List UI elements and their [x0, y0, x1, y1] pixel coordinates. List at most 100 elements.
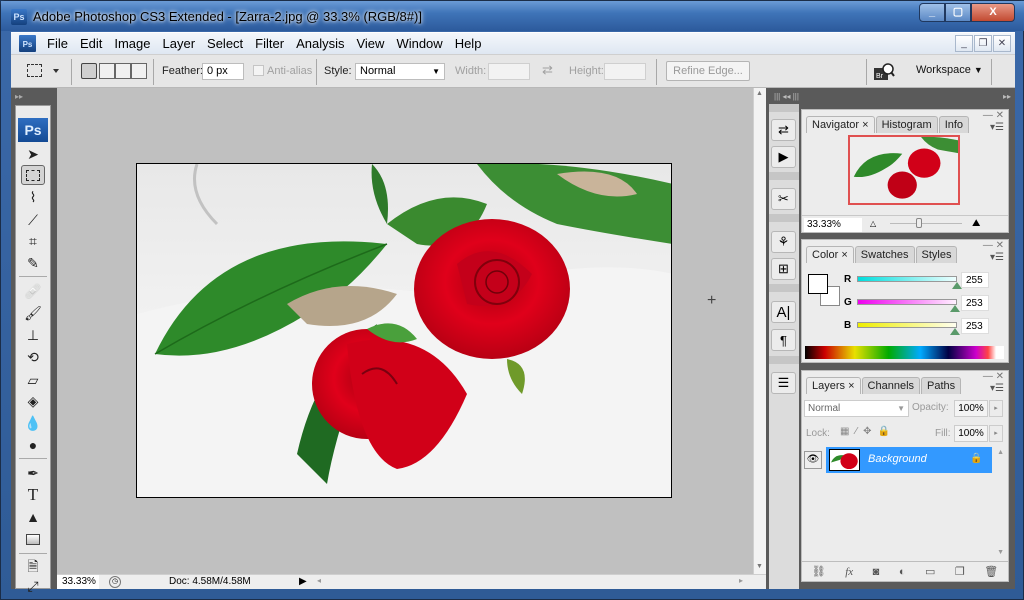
history-brush-tool-icon[interactable]: ⟲ — [21, 347, 45, 367]
panel-menu-icon[interactable]: ▾☰ — [990, 383, 1004, 394]
panel-close-icon[interactable]: — ✕ — [983, 371, 1004, 382]
antialias-checkbox[interactable] — [253, 65, 264, 76]
minimize-button[interactable]: _ — [919, 3, 945, 22]
intersect-selection-button[interactable] — [131, 63, 147, 79]
doc-minimize-button[interactable]: _ — [955, 35, 973, 52]
tab-channels[interactable]: Channels — [861, 377, 921, 394]
red-slider[interactable] — [857, 276, 957, 282]
spot-healing-tool-icon[interactable]: 🩹 — [21, 281, 45, 301]
green-slider-handle[interactable] — [950, 305, 960, 312]
menu-layer[interactable]: Layer — [157, 36, 202, 51]
dodge-tool-icon[interactable]: ● — [21, 435, 45, 455]
expand-dock-icon[interactable]: ▸▸ — [1003, 92, 1011, 101]
tab-swatches[interactable]: Swatches — [854, 246, 915, 263]
status-arrow-icon[interactable]: ▶ — [299, 576, 307, 587]
green-value[interactable]: 253 — [961, 295, 989, 311]
blend-mode-select[interactable]: Normal ▼ — [804, 400, 909, 417]
zoom-slider-handle[interactable] — [916, 218, 922, 228]
layer-row[interactable]: Background 🔒 — [826, 447, 992, 473]
close-icon[interactable]: × — [848, 380, 854, 392]
blue-slider[interactable] — [857, 322, 957, 328]
menu-file[interactable]: File — [41, 36, 74, 51]
brush-tool-icon[interactable]: 🖌 — [21, 303, 45, 323]
paint-bucket-tool-icon[interactable]: ◈ — [21, 391, 45, 411]
marquee-tool-preset-icon[interactable] — [27, 64, 42, 77]
feather-input[interactable]: 0 px — [202, 63, 244, 80]
tool-presets-panel-icon[interactable]: ✂ — [771, 188, 796, 210]
link-layers-icon[interactable]: ⛓ — [812, 565, 826, 578]
workspace-menu[interactable]: Workspace ▼ — [916, 64, 983, 76]
ps-logo[interactable]: Ps — [18, 118, 48, 142]
refine-edge-button[interactable]: Refine Edge... — [666, 61, 750, 81]
zoom-slider[interactable] — [890, 223, 962, 225]
scroll-down-icon[interactable]: ▼ — [756, 563, 763, 570]
menu-image[interactable]: Image — [108, 36, 156, 51]
new-layer-icon[interactable]: ❐ — [955, 565, 965, 578]
document-image[interactable] — [136, 163, 672, 498]
menu-help[interactable]: Help — [449, 36, 488, 51]
panel-close-icon[interactable]: — ✕ — [983, 240, 1004, 251]
eraser-tool-icon[interactable]: ▱ — [21, 370, 45, 390]
history-panel-icon[interactable]: ⇄ — [771, 119, 796, 141]
style-select[interactable]: Normal ▼ — [355, 63, 445, 80]
scroll-right-icon[interactable]: ▸ — [739, 576, 743, 585]
adjustment-layer-icon[interactable]: ◐ — [899, 566, 906, 578]
zoom-in-icon[interactable]: ⛰ — [972, 218, 980, 229]
panel-menu-icon[interactable]: ▾☰ — [990, 122, 1004, 133]
tab-navigator[interactable]: Navigator × — [806, 116, 875, 133]
notes-tool-icon[interactable]: 🗎 — [21, 558, 45, 578]
new-selection-button[interactable] — [81, 63, 97, 79]
clone-source-panel-icon[interactable]: ⊞ — [771, 258, 796, 280]
clone-stamp-tool-icon[interactable]: ⊥ — [21, 325, 45, 345]
close-icon[interactable]: × — [862, 119, 868, 131]
bridge-icon[interactable]: Br — [873, 62, 895, 82]
quick-selection-tool-icon[interactable]: ⟋ — [21, 210, 45, 230]
vertical-scrollbar[interactable]: ▲ ▼ — [753, 88, 766, 574]
close-button[interactable]: X — [971, 3, 1015, 22]
opacity-slider-button[interactable]: ▸ — [989, 400, 1003, 417]
actions-panel-icon[interactable]: ▶ — [771, 146, 796, 168]
visibility-eye-icon[interactable]: 👁 — [804, 451, 822, 469]
scroll-up-icon[interactable]: ▲ — [756, 90, 763, 97]
tab-layers[interactable]: Layers × — [806, 377, 861, 394]
add-mask-icon[interactable]: ◙ — [873, 566, 880, 578]
navigator-preview[interactable] — [848, 135, 960, 205]
path-selection-tool-icon[interactable]: ▲ — [21, 507, 45, 527]
layer-name[interactable]: Background — [868, 453, 927, 465]
rectangle-tool-icon[interactable] — [21, 529, 45, 549]
swap-icon[interactable]: ⇄ — [542, 62, 553, 78]
close-icon[interactable]: × — [841, 249, 847, 261]
menu-analysis[interactable]: Analysis — [290, 36, 350, 51]
move-tool-icon[interactable]: ➤ — [21, 144, 45, 164]
new-group-icon[interactable]: ▭ — [925, 565, 935, 578]
doc-close-button[interactable]: ✕ — [993, 35, 1011, 52]
panel-menu-icon[interactable]: ▾☰ — [990, 252, 1004, 263]
blue-value[interactable]: 253 — [961, 318, 989, 334]
navigator-zoom-field[interactable]: 33.33% — [804, 218, 862, 232]
paragraph-panel-icon[interactable]: ¶ — [771, 329, 796, 351]
layers-scroll-down-icon[interactable]: ▼ — [997, 549, 1004, 556]
collapse-dock-icon[interactable]: ||| ◂◂ ||| — [774, 92, 799, 101]
brushes-panel-icon[interactable]: ⚘ — [771, 231, 796, 253]
red-value[interactable]: 255 — [961, 272, 989, 288]
expand-toolbox-icon[interactable]: ▸▸ — [15, 92, 23, 101]
zoom-out-icon[interactable]: △ — [870, 219, 876, 228]
add-to-selection-button[interactable] — [99, 63, 115, 79]
foreground-color-swatch[interactable] — [808, 274, 828, 294]
crop-tool-icon[interactable]: ⌗ — [21, 231, 45, 251]
scroll-left-icon[interactable]: ◂ — [317, 576, 321, 585]
lock-options[interactable]: ▦⁄✥🔒 — [840, 426, 896, 437]
height-input[interactable] — [604, 63, 646, 80]
delete-layer-icon[interactable]: 🗑 — [984, 565, 998, 578]
rectangular-marquee-tool-icon[interactable] — [21, 165, 45, 185]
layers-scroll-up-icon[interactable]: ▲ — [997, 449, 1004, 456]
status-menu-icon[interactable]: ◷ — [109, 576, 121, 588]
menu-filter[interactable]: Filter — [249, 36, 290, 51]
panel-close-icon[interactable]: — ✕ — [983, 110, 1004, 121]
green-slider[interactable] — [857, 299, 957, 305]
layer-style-fx-icon[interactable]: fx — [845, 566, 853, 578]
blur-tool-icon[interactable]: 💧 — [21, 413, 45, 433]
doc-restore-button[interactable]: ❐ — [974, 35, 992, 52]
tab-color[interactable]: Color × — [806, 246, 854, 263]
pen-tool-icon[interactable]: ✒ — [21, 463, 45, 483]
